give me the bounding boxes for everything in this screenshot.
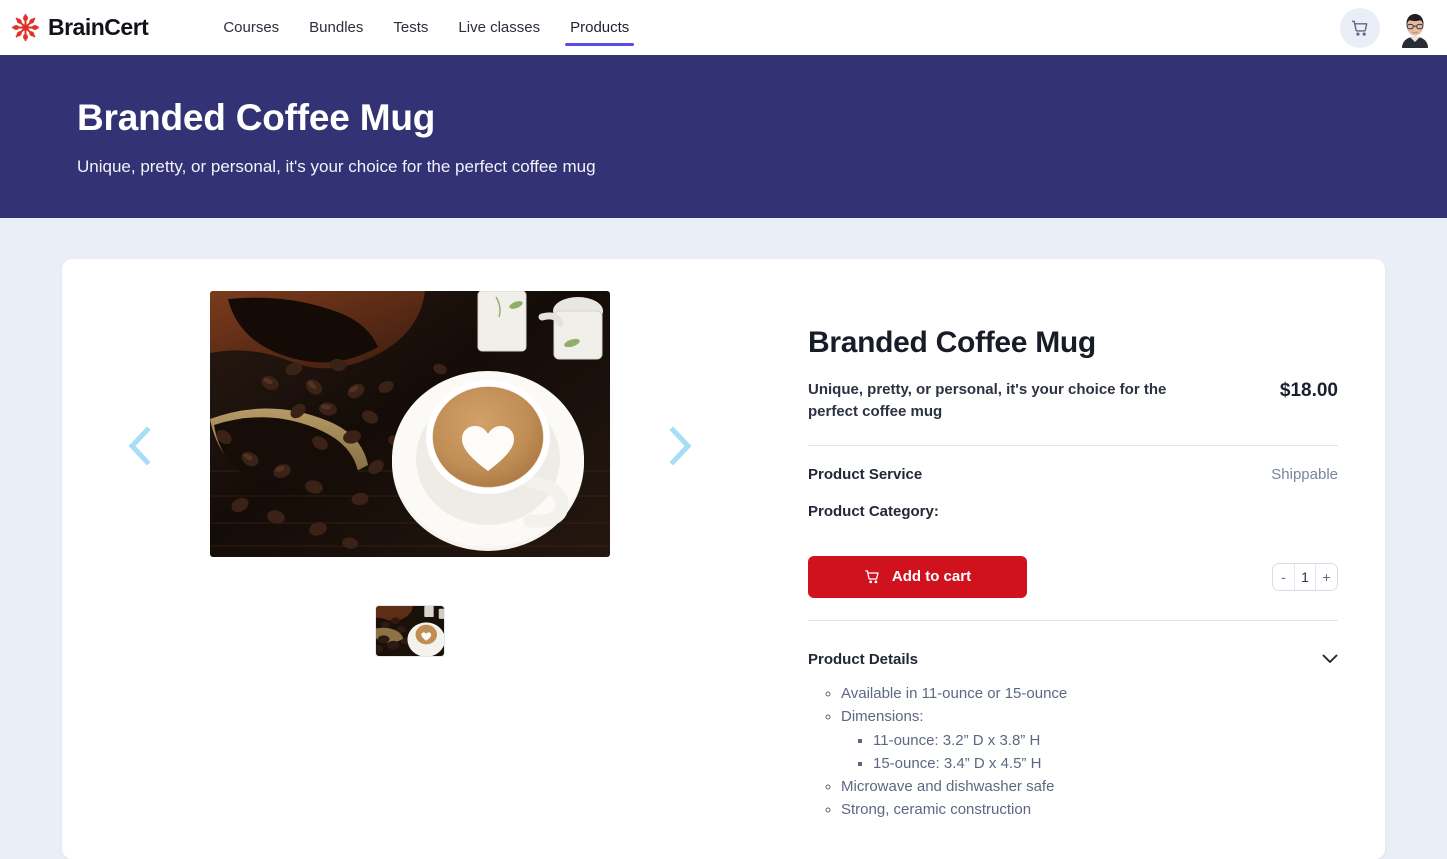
- topbar-actions: [1340, 7, 1435, 48]
- list-item-text: Dimensions:: [841, 707, 924, 725]
- list-item: Available in 11-ounce or 15-ounce: [841, 682, 1338, 705]
- nav-item-products[interactable]: Products: [555, 0, 644, 55]
- list-item: 11-ounce: 3.2” D x 3.8” H: [873, 729, 1338, 752]
- product-gallery: [62, 259, 802, 859]
- quantity-increment-button[interactable]: +: [1316, 563, 1337, 590]
- product-card: Branded Coffee Mug Unique, pretty, or pe…: [62, 259, 1385, 859]
- list-item-text: Strong, ceramic construction: [841, 800, 1032, 818]
- add-to-cart-label: Add to cart: [891, 568, 972, 585]
- hero-subtitle: Unique, pretty, or personal, it's your c…: [77, 157, 596, 176]
- add-to-cart-button[interactable]: Add to cart: [808, 555, 1027, 598]
- gallery-prev-button[interactable]: [117, 423, 163, 469]
- product-details-list: Available in 11-ounce or 15-ounce Dimens…: [808, 682, 1338, 822]
- list-item-text: 11-ounce: 3.2” D x 3.8” H: [873, 731, 1041, 749]
- coffee-photo-thumb: [376, 606, 444, 656]
- chevron-down-icon: [1322, 651, 1338, 669]
- product-details-sublist: 11-ounce: 3.2” D x 3.8” H 15-ounce: 3.4”…: [841, 729, 1338, 775]
- gallery-thumbnail-1[interactable]: [375, 605, 445, 657]
- brand-name: BrainCert: [48, 14, 149, 40]
- product-details-panel: Branded Coffee Mug Unique, pretty, or pe…: [808, 259, 1338, 821]
- quantity-decrement-button[interactable]: -: [1273, 563, 1294, 590]
- cart-icon: [865, 570, 879, 584]
- list-item-text: 15-ounce: 3.4” D x 4.5” H: [873, 754, 1042, 772]
- product-service-value: Shippable: [1271, 465, 1338, 483]
- list-item: Strong, ceramic construction: [841, 798, 1338, 821]
- page-hero-banner: Branded Coffee Mug Unique, pretty, or pe…: [0, 55, 1447, 218]
- chevron-left-icon: [128, 426, 151, 466]
- quantity-stepper: - 1 +: [1272, 562, 1338, 591]
- user-avatar[interactable]: [1395, 8, 1435, 48]
- product-main-image[interactable]: [210, 291, 610, 557]
- product-description: Unique, pretty, or personal, it's your c…: [808, 381, 1167, 420]
- divider-top: [808, 444, 1338, 446]
- braincert-snowflake-logo-icon: [11, 13, 40, 42]
- product-details-accordion-header[interactable]: Product Details: [808, 651, 1338, 669]
- brand-logo[interactable]: BrainCert: [10, 12, 149, 43]
- product-description-row: Unique, pretty, or personal, it's your c…: [808, 379, 1338, 423]
- list-item-text: Microwave and dishwasher safe: [841, 777, 1055, 795]
- shopping-cart-icon: [1351, 20, 1368, 36]
- coffee-photo: [210, 291, 610, 557]
- top-navigation-bar: BrainCert Courses Bundles Tests Live cla…: [0, 0, 1447, 55]
- nav-item-courses[interactable]: Courses: [208, 0, 294, 55]
- product-price: $18.00: [1279, 380, 1338, 401]
- nav-item-live-classes[interactable]: Live classes: [443, 0, 555, 55]
- product-service-row: Product Service Shippable: [808, 466, 1338, 483]
- product-title: Branded Coffee Mug: [808, 326, 1096, 359]
- nav-item-tests[interactable]: Tests: [378, 0, 443, 55]
- list-item: 15-ounce: 3.4” D x 4.5” H: [873, 752, 1338, 775]
- divider-bottom: [808, 619, 1338, 621]
- list-item: Microwave and dishwasher safe: [841, 775, 1338, 798]
- quantity-value[interactable]: 1: [1294, 563, 1316, 590]
- cart-button[interactable]: [1340, 7, 1380, 48]
- list-item-text: Available in 11-ounce or 15-ounce: [841, 684, 1068, 702]
- main-nav: Courses Bundles Tests Live classes Produ…: [208, 0, 644, 55]
- cart-action-row: Add to cart - 1 +: [808, 555, 1338, 598]
- product-category-row: Product Category:: [808, 503, 1338, 520]
- product-category-label: Product Category:: [808, 502, 939, 520]
- list-item: Dimensions: 11-ounce: 3.2” D x 3.8” H 15…: [841, 705, 1338, 775]
- product-details-title: Product Details: [808, 651, 919, 668]
- chevron-right-icon: [669, 426, 692, 466]
- nav-item-bundles[interactable]: Bundles: [294, 0, 378, 55]
- hero-title: Branded Coffee Mug: [77, 97, 436, 138]
- gallery-next-button[interactable]: [657, 423, 703, 469]
- product-service-label: Product Service: [808, 465, 923, 483]
